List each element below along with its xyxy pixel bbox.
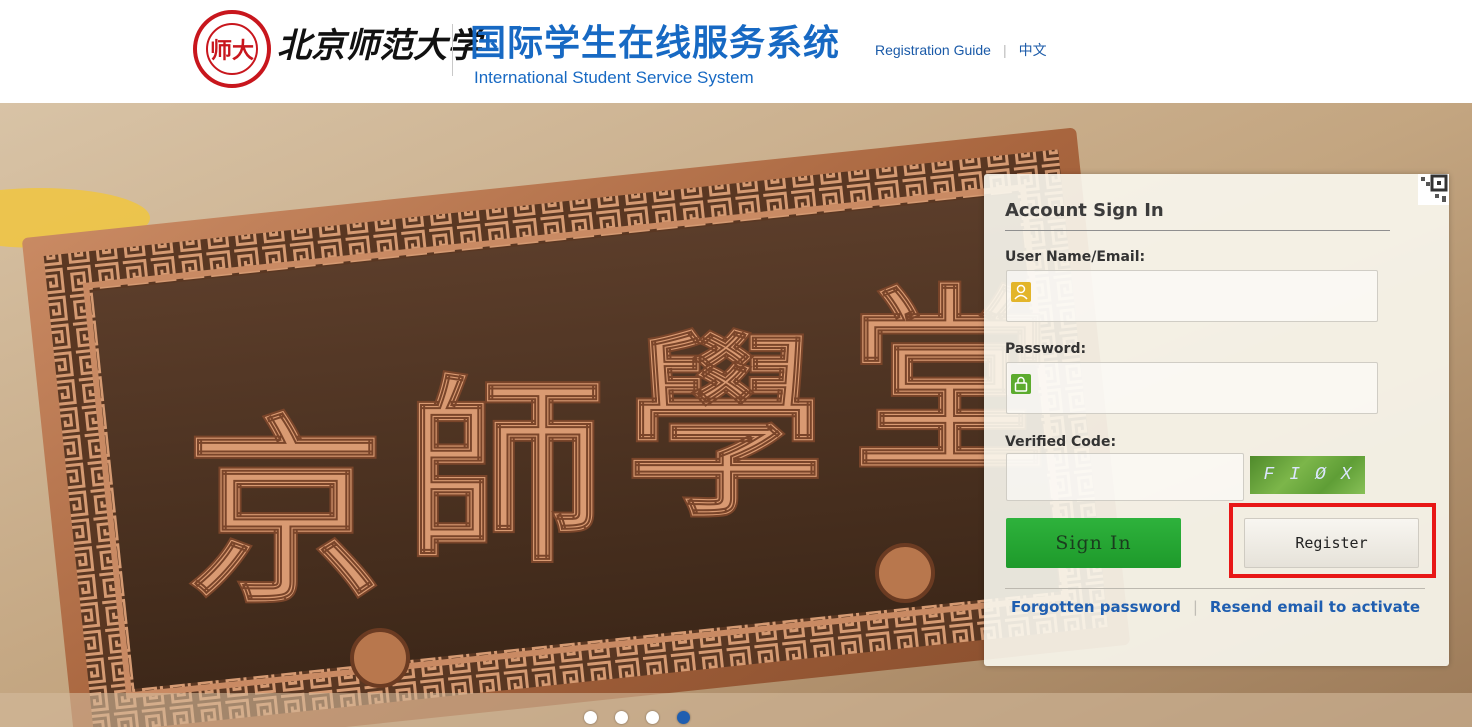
carousel-dot[interactable]: [584, 711, 597, 724]
title-divider: [1005, 230, 1390, 231]
system-title-cn: 国际学生在线服务系统: [470, 23, 841, 64]
user-icon: [1011, 282, 1031, 302]
password-input[interactable]: [1041, 363, 1371, 413]
carousel-dot[interactable]: [615, 711, 628, 724]
captcha-image[interactable]: F I Ø X: [1250, 456, 1365, 494]
plaque-char-1: 京: [185, 396, 385, 631]
lock-icon: [1011, 374, 1031, 394]
username-label: User Name/Email:: [1005, 249, 1146, 265]
resend-activation-link[interactable]: Resend email to activate: [1210, 597, 1420, 617]
verified-code-field-wrap: [1006, 453, 1244, 501]
register-highlight-box: [1229, 503, 1436, 578]
captcha-char: Ø: [1314, 465, 1326, 485]
carousel-dot[interactable]: [646, 711, 659, 724]
header-links: Registration Guide | 中文: [875, 40, 1047, 60]
login-title: Account Sign In: [1005, 200, 1164, 221]
captcha-char: X: [1340, 465, 1352, 485]
carousel-dots: [584, 711, 690, 724]
verified-code-input[interactable]: [1013, 454, 1239, 500]
qr-code-icon[interactable]: [1418, 174, 1449, 205]
username-field-wrap: [1006, 270, 1378, 322]
plaque-char-2: 師: [405, 356, 605, 591]
forgot-password-link[interactable]: Forgotten password: [1011, 597, 1181, 617]
password-field-wrap: [1006, 362, 1378, 414]
captcha-char: I: [1289, 465, 1301, 485]
link-separator: |: [1192, 598, 1198, 616]
verified-code-label: Verified Code:: [1005, 434, 1117, 450]
username-input[interactable]: [1041, 271, 1371, 321]
language-switch-link[interactable]: 中文: [1019, 40, 1047, 60]
captcha-char: F: [1263, 465, 1275, 485]
registration-guide-link[interactable]: Registration Guide: [875, 40, 991, 60]
link-separator: |: [1002, 42, 1007, 58]
sign-in-button[interactable]: Sign In: [1006, 518, 1181, 568]
university-seal-logo: 师大: [193, 10, 271, 88]
password-label: Password:: [1005, 341, 1087, 357]
seal-center: 师大: [206, 23, 258, 75]
university-name-logo: 北京师范大学: [277, 26, 481, 66]
account-help-links: Forgotten password | Resend email to act…: [1011, 597, 1420, 617]
system-title-en: International Student Service System: [474, 68, 754, 87]
carousel-dot-active[interactable]: [677, 711, 690, 724]
site-header: 师大 北京师范大学 国际学生在线服务系统 International Stude…: [0, 0, 1472, 103]
header-divider: [452, 24, 453, 76]
links-divider: [1005, 588, 1425, 589]
plaque-char-3: 學: [625, 311, 825, 546]
